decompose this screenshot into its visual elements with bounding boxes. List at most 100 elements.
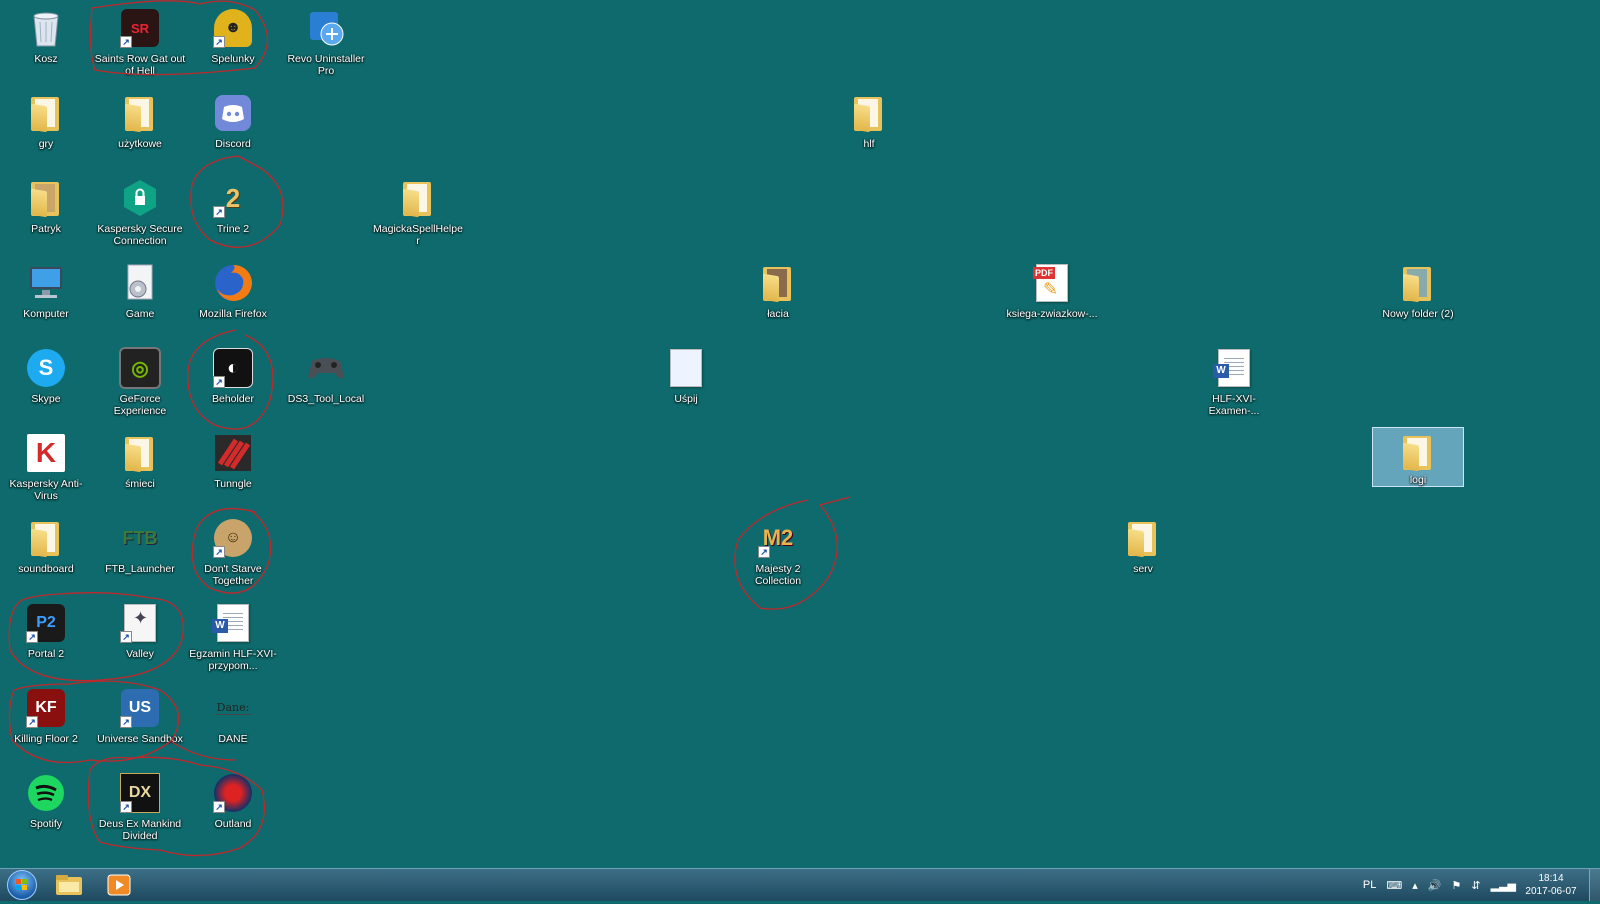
trine2-icon: 2 ↗ [211, 176, 255, 220]
folder-icon [396, 176, 440, 220]
desktop-icon-trine2[interactable]: 2 ↗ Trine 2 [187, 172, 279, 256]
show-hidden-icons-arrow-icon[interactable]: ▴ [1412, 879, 1418, 892]
folder-icon [24, 91, 68, 135]
desktop-icon-label: Skype [31, 393, 61, 405]
portal2-icon: P2 ↗ [24, 601, 68, 645]
start-button[interactable] [0, 869, 44, 901]
action-center-flag-icon[interactable]: ⚑ [1452, 879, 1462, 892]
desktop-icon-label: Mozilla Firefox [199, 308, 267, 320]
desktop-icon-folder-nowy[interactable]: Nowy folder (2) [1372, 257, 1464, 341]
taskbar-media-player-button[interactable] [94, 869, 144, 901]
word-document-icon: W [211, 601, 255, 645]
folder-icon [756, 261, 800, 305]
desktop-icon-universe-sandbox[interactable]: US ↗ Universe Sandbox [94, 682, 186, 766]
desktop-icon-label: Spotify [29, 818, 63, 830]
desktop-icon-geforce[interactable]: ◎ GeForce Experience [94, 342, 186, 426]
desktop-icon-label: łacia [767, 308, 789, 320]
desktop-icon-valley[interactable]: ✦ ↗ Valley [94, 597, 186, 681]
gamepad-icon [304, 346, 348, 390]
desktop-icon-uspij[interactable]: Uśpij [640, 342, 732, 426]
language-indicator[interactable]: PL [1363, 879, 1376, 891]
desktop-icon-dont-starve[interactable]: ☺ ↗ Don't Starve Together [187, 512, 279, 596]
desktop-icon-label: Game [125, 308, 155, 320]
desktop-icon-dane[interactable]: Dane: DANE [187, 682, 279, 766]
signal-bars-icon[interactable]: ▂▃▅ [1491, 879, 1516, 892]
desktop-icon-kaspersky-av[interactable]: K Kaspersky Anti-Virus [0, 427, 92, 511]
blank-document-icon [664, 346, 708, 390]
desktop-icon-ds3tool[interactable]: DS3_Tool_Local [280, 342, 372, 426]
outland-icon: ↗ [211, 771, 255, 815]
revo-uninstaller-icon [304, 6, 348, 50]
desktop-icon-folder-magicka[interactable]: MagickaSpellHelper [372, 172, 464, 256]
desktop-icon-folder-patryk[interactable]: Patryk [0, 172, 92, 256]
desktop-icon-folder-uzytkowe[interactable]: użytkowe [94, 87, 186, 171]
desktop-icon-label: Discord [215, 138, 251, 150]
desktop-icon-firefox[interactable]: Mozilla Firefox [187, 257, 279, 341]
universe-sandbox-icon: US ↗ [118, 686, 162, 730]
desktop-icon-label: soundboard [18, 563, 74, 575]
desktop-icon-folder-serv[interactable]: serv [1097, 512, 1189, 596]
desktop-icon-folder-lacia[interactable]: łacia [732, 257, 824, 341]
desktop-icon-label: GeForce Experience [113, 393, 167, 417]
desktop-icon-folder-gry[interactable]: gry [0, 87, 92, 171]
network-icon[interactable]: ⇵ [1471, 879, 1480, 892]
desktop-icon-label: Kaspersky Anti-Virus [9, 478, 83, 502]
settings-document-icon [118, 261, 162, 305]
dont-starve-icon: ☺ ↗ [211, 516, 255, 560]
desktop-icon-label: Saints Row Gat out of Hell [94, 53, 186, 77]
desktop-icon-label: DS3_Tool_Local [287, 393, 365, 405]
folder-icon [1396, 430, 1440, 474]
desktop-icon-folder-smieci[interactable]: śmieci [94, 427, 186, 511]
desktop-icon-folder-logi[interactable]: logi [1372, 427, 1464, 487]
desktop-icon-egzamin-doc[interactable]: W Egzamin HLF-XVI-przypom... [187, 597, 279, 681]
desktop-icon-tunngle[interactable]: Tunngle [187, 427, 279, 511]
desktop-icon-portal2[interactable]: P2 ↗ Portal 2 [0, 597, 92, 681]
desktop-icon-ftb-launcher[interactable]: FTB FTB_Launcher [94, 512, 186, 596]
desktop-icon-folder-soundboard[interactable]: soundboard [0, 512, 92, 596]
desktop-icon-majesty2[interactable]: M2 ↗ Majesty 2 Collection [732, 512, 824, 596]
desktop-icon-game[interactable]: Game [94, 257, 186, 341]
desktop-icon-label: DANE [218, 733, 248, 745]
desktop-icon-recycle-bin[interactable]: Kosz [0, 2, 92, 86]
desktop-icon-label: Don't Starve Together [204, 563, 262, 587]
desktop-icon-label: Spelunky [211, 53, 255, 65]
desktop-icon-label: Kosz [34, 53, 58, 65]
desktop-icon-label: Revo Uninstaller Pro [287, 53, 365, 77]
desktop-icon-revo-uninstaller[interactable]: Revo Uninstaller Pro [280, 2, 372, 86]
desktop-icon-killing-floor[interactable]: KF ↗ Killing Floor 2 [0, 682, 92, 766]
desktop-icon-label: Egzamin HLF-XVI-przypom... [189, 648, 277, 672]
desktop-icon-spelunky[interactable]: ☻ ↗ Spelunky [187, 2, 279, 86]
desktop-icon-deus-ex[interactable]: DX ↗ Deus Ex Mankind Divided [94, 767, 186, 851]
media-player-icon [107, 874, 131, 896]
desktop-icon-label: Uśpij [674, 393, 698, 405]
show-desktop-button[interactable] [1589, 869, 1600, 901]
desktop-icon-label: Patryk [31, 223, 61, 235]
firefox-icon [211, 261, 255, 305]
clock-date: 2017-06-07 [1525, 886, 1577, 897]
clock[interactable]: 18:14 2017-06-07 [1521, 872, 1581, 898]
desktop-icon-discord[interactable]: Discord [187, 87, 279, 171]
desktop-icon-label: Beholder [211, 393, 255, 405]
desktop-icon-label: FTB_Launcher [105, 563, 175, 575]
desktop-icon-label: hlf [863, 138, 875, 150]
volume-icon[interactable]: 🔊 [1428, 879, 1442, 892]
desktop-icon-saints-row[interactable]: SR ↗ Saints Row Gat out of Hell [94, 2, 186, 86]
desktop-icon-label: śmieci [125, 478, 155, 490]
folder-icon [1396, 261, 1440, 305]
desktop-icon-folder-hlf[interactable]: hlf [823, 87, 915, 171]
word-document-icon: W [1212, 346, 1256, 390]
keyboard-icon[interactable]: ⌨ [1386, 879, 1402, 892]
desktop-icon-beholder[interactable]: ◐ ↗ Beholder [187, 342, 279, 426]
desktop-icon-spotify[interactable]: Spotify [0, 767, 92, 851]
desktop-icon-skype[interactable]: S Skype [0, 342, 92, 426]
desktop-icon-ksiega-pdf[interactable]: PDF ✎ ksiega-zwiazkow-... [1006, 257, 1098, 341]
taskbar-explorer-button[interactable] [44, 869, 94, 901]
desktop-icon-computer[interactable]: Komputer [0, 257, 92, 341]
desktop-icon-outland[interactable]: ↗ Outland [187, 767, 279, 851]
majesty2-icon: M2 ↗ [756, 516, 800, 560]
desktop[interactable]: Kosz gry Patryk Komputer S Skype K Kaspe… [0, 0, 1600, 868]
desktop-icon-hlf-examen-doc[interactable]: W HLF-XVI-Examen-... [1188, 342, 1280, 426]
desktop-icon-label: Majesty 2 Collection [754, 563, 802, 587]
desktop-icon-kaspersky-secure[interactable]: Kaspersky Secure Connection [94, 172, 186, 256]
desktop-icon-label: Nowy folder (2) [1382, 308, 1454, 320]
